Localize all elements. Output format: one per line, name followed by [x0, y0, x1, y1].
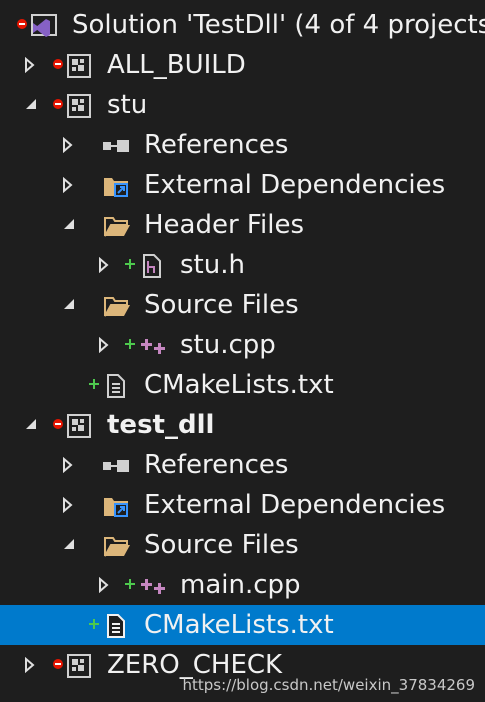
cmake-project-icon	[66, 45, 96, 85]
file-node-stu-h[interactable]: stu.h	[0, 245, 485, 285]
folder-open-icon	[102, 285, 132, 325]
references-node[interactable]: References	[0, 125, 485, 165]
file-node-cmakelists-selected[interactable]: CMakeLists.txt	[0, 605, 485, 645]
collapse-arrow-icon[interactable]	[22, 85, 42, 125]
collapse-arrow-icon[interactable]	[60, 525, 80, 565]
folder-open-icon	[102, 205, 132, 245]
added-state-icon	[124, 245, 138, 285]
references-label: References	[144, 130, 289, 160]
project-label: stu	[107, 90, 148, 120]
collapse-arrow-icon[interactable]	[60, 205, 80, 245]
expand-arrow-icon[interactable]	[96, 245, 116, 285]
expand-arrow-icon[interactable]	[22, 645, 42, 685]
expand-arrow-icon[interactable]	[60, 485, 80, 525]
project-label: ALL_BUILD	[107, 50, 246, 80]
expand-arrow-icon[interactable]	[22, 45, 42, 85]
file-label: CMakeLists.txt	[144, 370, 334, 400]
file-node-stu-cpp[interactable]: stu.cpp	[0, 325, 485, 365]
external-dependencies-icon	[102, 485, 132, 525]
collapse-arrow-icon[interactable]	[60, 285, 80, 325]
references-icon	[102, 125, 132, 165]
added-state-icon	[88, 365, 102, 405]
file-label: stu.cpp	[180, 330, 276, 360]
excluded-state-icon	[52, 405, 66, 445]
file-label: CMakeLists.txt	[144, 610, 334, 640]
folder-label: Source Files	[144, 530, 299, 560]
expand-arrow-icon[interactable]	[60, 165, 80, 205]
excluded-state-icon	[52, 85, 66, 125]
added-state-icon	[124, 565, 138, 605]
startup-project-label: test_dll	[107, 410, 215, 440]
solution-node[interactable]: Solution 'TestDll' (4 of 4 projects)	[0, 5, 485, 45]
solution-icon	[30, 5, 60, 45]
cmake-project-icon	[66, 405, 96, 445]
header-file-icon	[140, 245, 170, 285]
header-files-node[interactable]: Header Files	[0, 205, 485, 245]
text-file-icon	[104, 605, 134, 645]
references-label: References	[144, 450, 289, 480]
watermark-text: https://blog.csdn.net/weixin_37834269	[182, 676, 475, 694]
cpp-file-icon	[140, 325, 170, 365]
cmake-project-icon	[66, 645, 96, 685]
collapse-arrow-icon[interactable]	[22, 405, 42, 445]
excluded-state-icon	[52, 645, 66, 685]
external-dependencies-node[interactable]: External Dependencies	[0, 485, 485, 525]
cpp-file-icon	[140, 565, 170, 605]
source-files-node[interactable]: Source Files	[0, 525, 485, 565]
file-node-main-cpp[interactable]: main.cpp	[0, 565, 485, 605]
references-icon	[102, 445, 132, 485]
file-label: stu.h	[180, 250, 245, 280]
folder-label: Source Files	[144, 290, 299, 320]
folder-label: Header Files	[144, 210, 304, 240]
solution-explorer-tree: Solution 'TestDll' (4 of 4 projects) ALL…	[0, 0, 485, 702]
external-dependencies-label: External Dependencies	[144, 490, 446, 520]
text-file-icon	[104, 365, 134, 405]
excluded-state-icon	[16, 5, 30, 45]
project-node-test-dll[interactable]: test_dll	[0, 405, 485, 445]
expand-arrow-icon[interactable]	[96, 325, 116, 365]
folder-open-icon	[102, 525, 132, 565]
project-node-all-build[interactable]: ALL_BUILD	[0, 45, 485, 85]
added-state-icon	[124, 325, 138, 365]
added-state-icon	[88, 605, 102, 645]
cmake-project-icon	[66, 85, 96, 125]
external-dependencies-node[interactable]: External Dependencies	[0, 165, 485, 205]
expand-arrow-icon[interactable]	[60, 125, 80, 165]
expand-arrow-icon[interactable]	[96, 565, 116, 605]
file-node-cmakelists[interactable]: CMakeLists.txt	[0, 365, 485, 405]
excluded-state-icon	[52, 45, 66, 85]
solution-title: Solution 'TestDll' (4 of 4 projects)	[72, 10, 485, 40]
file-label: main.cpp	[180, 570, 301, 600]
references-node[interactable]: References	[0, 445, 485, 485]
project-node-stu[interactable]: stu	[0, 85, 485, 125]
expand-arrow-icon[interactable]	[60, 445, 80, 485]
external-dependencies-label: External Dependencies	[144, 170, 446, 200]
external-dependencies-icon	[102, 165, 132, 205]
source-files-node[interactable]: Source Files	[0, 285, 485, 325]
